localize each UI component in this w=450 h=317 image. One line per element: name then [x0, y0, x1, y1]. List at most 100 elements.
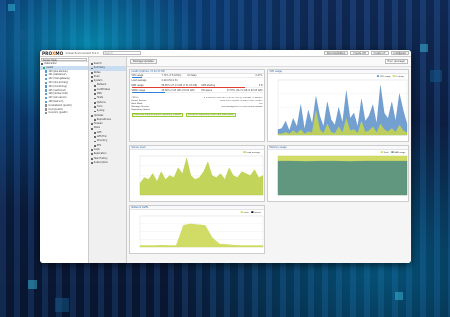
storage-icon [45, 108, 48, 111]
legend-label: netin [244, 211, 250, 214]
legend-swatch [392, 75, 395, 77]
cpu-bar [131, 77, 263, 79]
user-menu-button[interactable]: root@pam [390, 50, 409, 56]
memory-chart-panel: Memory usage RAM usage Total [267, 145, 409, 202]
nav-icon [94, 132, 96, 134]
vm-icon [45, 100, 48, 104]
vm-icon [45, 85, 48, 88]
nav-icon [91, 114, 93, 117]
load-chart: Load average [139, 151, 264, 196]
nav-item-label: Subscription [93, 160, 109, 164]
decor-square [28, 280, 37, 289]
nav-icon [94, 84, 96, 87]
vm-icon [45, 93, 48, 96]
vm-icon [45, 96, 48, 100]
legend-swatch [243, 151, 246, 153]
decor-square [18, 30, 28, 40]
decor-square [395, 292, 403, 300]
network-chart-panel: Network traffic netout netin [129, 205, 265, 254]
decor-square [8, 4, 15, 11]
tree-item[interactable]: local-lvm (pve01) [40, 111, 88, 115]
vm-icon [45, 74, 48, 77]
manager-value: pve-manager/8.2.2/9355359cd7afbae4 [221, 106, 263, 109]
legend-label: netout [254, 211, 261, 214]
nav-icon [94, 89, 96, 91]
documentation-button[interactable]: Documentation [323, 50, 349, 56]
legend-label: RAM usage [394, 151, 406, 154]
legend-swatch [376, 75, 380, 77]
vm-icon [45, 77, 48, 81]
swap-bar [131, 92, 263, 94]
nav-icon [91, 162, 93, 164]
nav-icon [94, 93, 96, 96]
nav-icon [94, 136, 96, 139]
legend-swatch [380, 151, 383, 153]
memory-chart: RAM usage Total [277, 151, 408, 196]
nav-icon [94, 101, 96, 104]
series-area-0 [139, 157, 264, 196]
node-nav: Search Summary Notes Shell System Network Cert… [89, 57, 127, 263]
load-value: 0.49,0.50,0.54 [161, 78, 178, 82]
ram-bar [131, 87, 263, 89]
cpu-chart: IO delay CPU usage [277, 75, 408, 136]
legend-swatch [240, 211, 243, 213]
decor-square [430, 70, 442, 82]
legend-label: Total [384, 151, 389, 154]
datacenter-icon [41, 62, 44, 66]
nav-icon [91, 80, 93, 83]
legend-swatch [391, 151, 394, 153]
legend-label: CPU usage [380, 76, 392, 78]
resource-tree: Server View Datacenter pve01 100 (pbs-back… [40, 57, 89, 263]
create-ct-button[interactable]: Create CT [370, 50, 389, 56]
server-view-select[interactable]: Server View [41, 57, 87, 61]
nav-icon [91, 149, 93, 151]
repo-badge-enterprise: Production-ready Enterprise repository e… [131, 112, 183, 117]
main-content: Package Updates Hour (average) pve01 (Up… [127, 57, 411, 263]
nav-list: Search Summary Notes Shell System Network Cert… [89, 62, 126, 165]
top-actions: Documentation Create VM Create CT root@p… [323, 50, 409, 56]
load-label: Load average [131, 78, 147, 82]
nav-icon [91, 123, 93, 126]
tree-item-label: local-lvm (pve01) [48, 111, 68, 115]
series-area-0 [277, 85, 408, 136]
nav-icon [94, 110, 96, 113]
legend-swatch [251, 211, 254, 213]
nav-icon [94, 144, 96, 147]
nav-icon [91, 76, 93, 78]
version-label: Virtual Environment 8.2.2 [65, 51, 99, 55]
load-chart-panel: Server Load Load average [129, 145, 265, 202]
timeframe-select[interactable]: Hour (average) [384, 59, 408, 64]
status-panel: pve01 (Uptime: 7d 22:17:05) CPU usage 7.… [129, 69, 265, 142]
nav-icon [91, 63, 93, 66]
top-bar: PRO X MO Virtual Environment 8.2.2 Search … [40, 50, 411, 57]
tree-list: Datacenter pve01 100 (pbs-backup) 101 (webs… [40, 62, 88, 115]
storage-icon [45, 112, 48, 115]
nav-icon [94, 140, 96, 143]
content-toolbar: Package Updates Hour (average) [127, 57, 411, 67]
nav-icon [91, 127, 93, 130]
nav-icon [94, 106, 96, 109]
network-chart: netout netin [139, 211, 264, 248]
decor-square [55, 298, 69, 312]
cpu-chart-panel: CPU usage IO delay CPU usage [267, 69, 409, 142]
create-vm-button[interactable]: Create VM [350, 50, 369, 56]
nav-item-subscription[interactable]: Subscription [89, 161, 126, 165]
search-input[interactable]: Search [102, 51, 141, 55]
nav-icon [91, 153, 93, 156]
nav-icon [94, 119, 96, 121]
series-area-1 [277, 160, 408, 196]
package-updates-button[interactable]: Package Updates [130, 59, 157, 64]
logo: PRO X MO Virtual Environment 8.2.2 [42, 50, 99, 56]
legend-label: IO delay [396, 76, 405, 78]
nav-icon [91, 71, 93, 74]
series-area-0 [139, 223, 264, 248]
vm-icon [45, 81, 48, 85]
vm-icon [45, 70, 48, 73]
repo-badge-subscription: Enterprise repository needs valid subscr… [185, 112, 236, 117]
vm-icon [45, 89, 48, 92]
proxmox-window: PRO X MO Virtual Environment 8.2.2 Search … [40, 50, 411, 263]
nav-icon [91, 67, 93, 70]
decor-square [420, 44, 428, 52]
nav-icon [91, 157, 93, 160]
node-icon [43, 66, 46, 69]
